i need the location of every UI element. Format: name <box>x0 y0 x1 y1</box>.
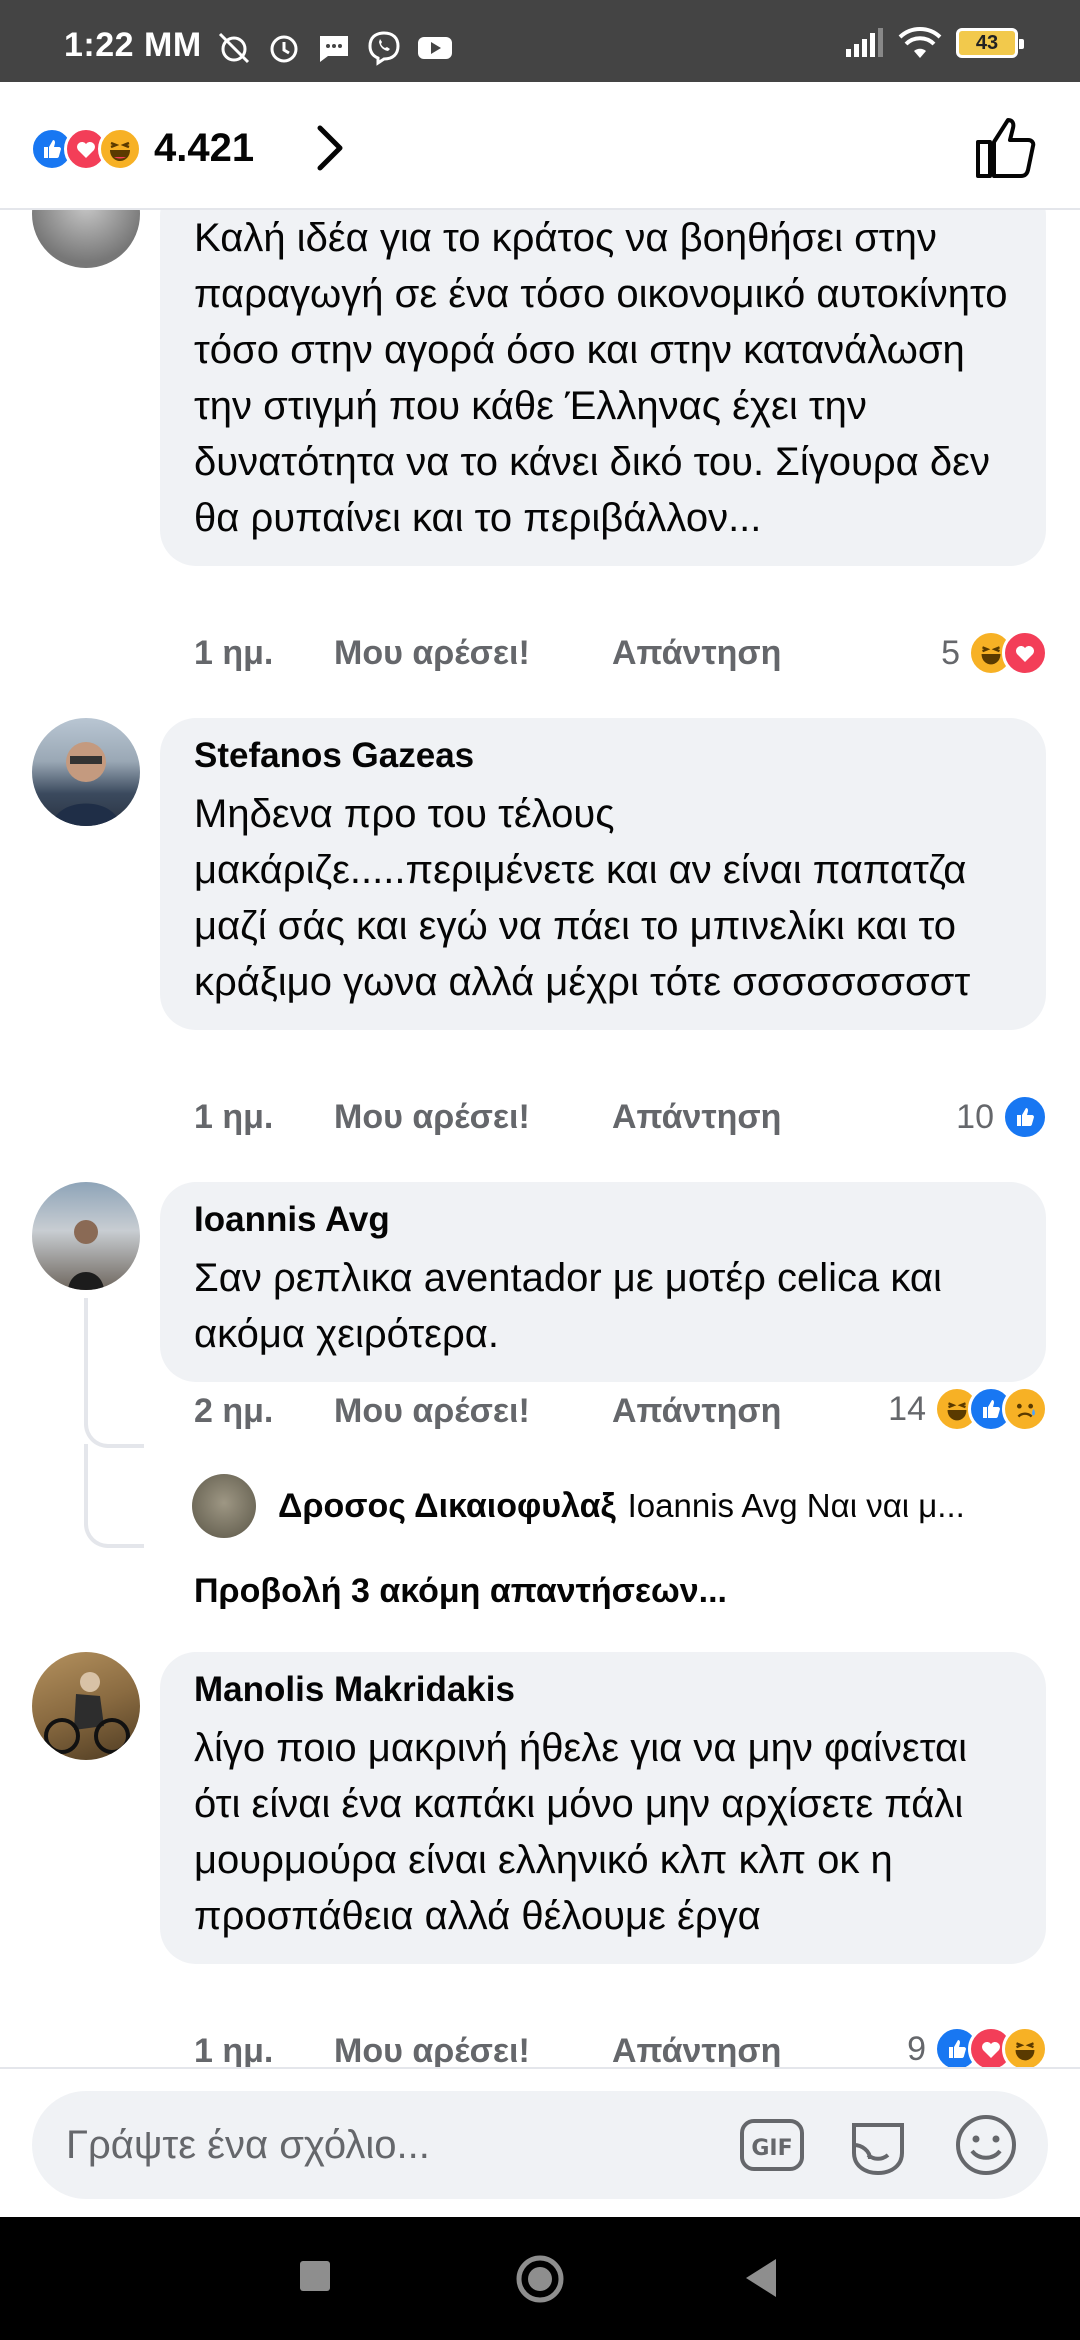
reply-text: Ioannis Avg Ναι ναι μ... <box>627 1487 965 1524</box>
avatar[interactable] <box>32 1652 140 1760</box>
comment-reply-button[interactable]: Απάντηση <box>612 1392 781 1431</box>
haha-reaction-icon <box>1002 2026 1048 2072</box>
avatar[interactable] <box>32 1182 140 1290</box>
system-icons: 43 <box>844 26 1024 60</box>
comments-sheet: 4.421 Καλή ιδέα για το κράτος να βοηθήσε… <box>0 82 1080 2217</box>
like-post-icon[interactable] <box>970 112 1040 182</box>
comment-actions: 1 ημ. Μου αρέσει! Απάντηση <box>194 2032 781 2071</box>
haha-reaction-icon <box>98 126 142 171</box>
youtube-icon <box>418 37 452 59</box>
alarm-icon <box>270 35 298 63</box>
comment-like-button[interactable]: Μου αρέσει! <box>334 1098 612 1137</box>
comment-reply-button[interactable]: Απάντηση <box>612 2032 781 2071</box>
status-bar: 1:22 ΜΜ 43 <box>0 0 1080 82</box>
system-nav-bar <box>0 2217 1080 2340</box>
chevron-right-icon[interactable] <box>312 122 348 174</box>
comment-input-placeholder: Γράψτε ένα σχόλιο... <box>66 2123 430 2167</box>
reply-preview[interactable]: Δροσος Δικαιοφυλαξ Ioannis Avg Ναι ναι μ… <box>192 1474 965 1538</box>
comment-time[interactable]: 1 ημ. <box>194 2032 334 2071</box>
battery-indicator: 43 <box>956 28 1024 58</box>
view-more-replies-link[interactable]: Προβολή 3 ακόμη απαντήσεων... <box>194 1572 727 1611</box>
emoji-icon[interactable] <box>952 2111 1020 2179</box>
comment-text: λίγο ποιο μακρινή ήθελε για να μην φαίνε… <box>194 1726 968 1938</box>
comment-actions: 2 ημ. Μου αρέσει! Απάντηση <box>194 1392 781 1431</box>
svg-text:GIF: GIF <box>751 2136 792 2161</box>
comment-reactions[interactable]: 10 <box>956 1094 1048 1140</box>
home-icon[interactable] <box>514 2253 566 2305</box>
comment-reaction-count: 14 <box>888 1389 926 1428</box>
comment-text: Μηδενα προ του τέλους μακάριζε.....περιμ… <box>194 792 971 1004</box>
recents-icon[interactable] <box>298 2259 332 2293</box>
comment-like-button[interactable]: Μου αρέσει! <box>334 1392 612 1431</box>
avatar[interactable] <box>32 210 140 268</box>
app-screen: { "status_bar": { "time": "1:22 ΜΜ", "ba… <box>0 0 1080 2340</box>
comment-reaction-count: 10 <box>956 1097 994 1136</box>
sad-reaction-icon <box>1002 1386 1048 1432</box>
signal-icon <box>846 28 883 57</box>
comment-like-button[interactable]: Μου αρέσει! <box>334 634 612 673</box>
comment-reactions[interactable]: 9 <box>907 2026 1048 2072</box>
comment-reactions[interactable]: 5 <box>941 630 1048 676</box>
wifi-icon <box>898 27 942 58</box>
reply-avatar[interactable] <box>192 1474 256 1538</box>
comment-reactions[interactable]: 14 <box>888 1386 1048 1432</box>
alarm-off-icon <box>218 32 250 64</box>
comment-composer-bar: Γράψτε ένα σχόλιο... GIF <box>0 2067 1080 2217</box>
comment-text: Σαν ρεπλικα aventador με μοτέρ celica κα… <box>194 1256 942 1356</box>
comment-bubble: Ioannis Avg Σαν ρεπλικα aventador με μοτ… <box>160 1182 1046 1382</box>
message-icon <box>320 36 348 62</box>
comments-list[interactable]: Καλή ιδέα για το κράτος να βοηθήσει στην… <box>0 210 1080 2140</box>
comment-author[interactable]: Ioannis Avg <box>194 1200 1012 1240</box>
comment-actions: 1 ημ. Μου αρέσει! Απάντηση <box>194 1098 781 1137</box>
thread-line <box>84 1444 144 1548</box>
comment-reply-button[interactable]: Απάντηση <box>612 1098 781 1137</box>
notification-icons <box>216 30 454 66</box>
reactions-summary[interactable]: 4.421 <box>30 126 254 171</box>
comment-bubble: Καλή ιδέα για το κράτος να βοηθήσει στην… <box>160 210 1046 566</box>
thread-line <box>84 1298 144 1448</box>
comment-reaction-count: 5 <box>941 633 960 672</box>
comment-reply-button[interactable]: Απάντηση <box>612 634 781 673</box>
status-time: 1:22 ΜΜ <box>64 26 202 64</box>
sticker-icon[interactable] <box>844 2111 912 2179</box>
comment-bubble: Stefanos Gazeas Μηδενα προ του τέλους μα… <box>160 718 1046 1030</box>
gif-icon[interactable]: GIF <box>738 2111 806 2179</box>
reply-author[interactable]: Δροσος Δικαιοφυλαξ <box>278 1487 616 1526</box>
comment-text: Καλή ιδέα για το κράτος να βοηθήσει στην… <box>194 216 1008 540</box>
comment-author[interactable]: Manolis Makridakis <box>194 1670 1012 1710</box>
comment-input[interactable]: Γράψτε ένα σχόλιο... GIF <box>32 2091 1048 2199</box>
viber-icon <box>368 31 400 66</box>
comment-time[interactable]: 1 ημ. <box>194 1098 334 1137</box>
like-reaction-icon <box>1002 1094 1048 1140</box>
avatar[interactable] <box>32 718 140 826</box>
love-reaction-icon <box>1002 630 1048 676</box>
comment-reaction-count: 9 <box>907 2029 926 2068</box>
reaction-count: 4.421 <box>154 126 255 170</box>
back-icon[interactable] <box>742 2257 778 2299</box>
comment-author[interactable]: Stefanos Gazeas <box>194 736 1012 776</box>
comment-like-button[interactable]: Μου αρέσει! <box>334 2032 612 2071</box>
comment-time[interactable]: 1 ημ. <box>194 634 334 673</box>
sheet-header: 4.421 <box>0 82 1080 210</box>
comment-time[interactable]: 2 ημ. <box>194 1392 334 1431</box>
comment-actions: 1 ημ. Μου αρέσει! Απάντηση <box>194 634 781 673</box>
comment-bubble: Manolis Makridakis λίγο ποιο μακρινή ήθε… <box>160 1652 1046 1964</box>
